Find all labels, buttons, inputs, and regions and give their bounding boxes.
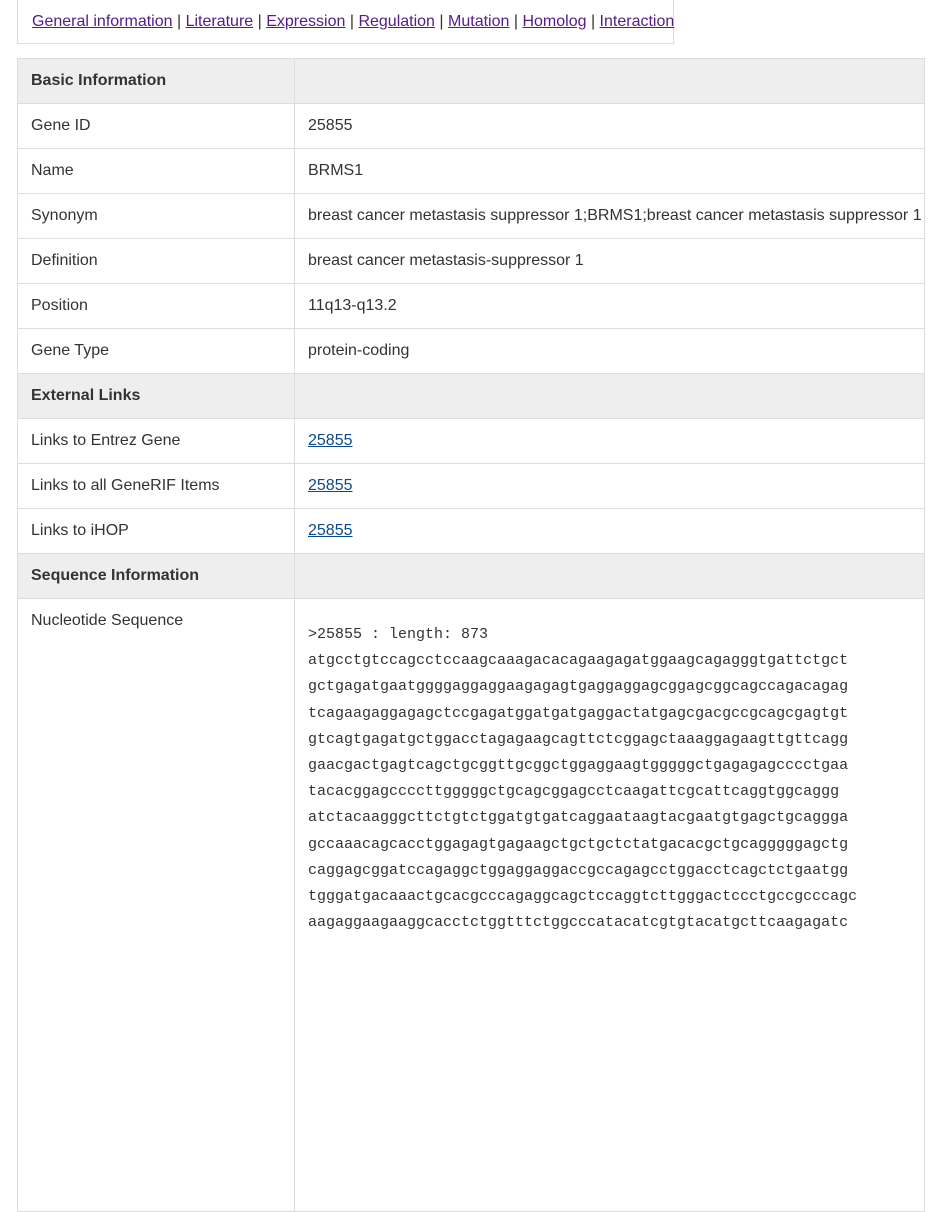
- row-label: Gene Type: [17, 328, 295, 374]
- table-row-nucleotide-sequence: Nucleotide Sequence >25855 : length: 873…: [17, 598, 925, 1212]
- gene-info-table: Basic Information Gene ID 25855 Name BRM…: [17, 58, 925, 1212]
- row-label: Links to iHOP: [17, 508, 295, 554]
- row-label: Nucleotide Sequence: [17, 598, 295, 1212]
- nav-separator: |: [439, 13, 444, 30]
- nav-link-expression[interactable]: Expression: [266, 13, 345, 30]
- nav-separator: |: [176, 13, 182, 30]
- table-row-name: Name BRMS1: [17, 148, 925, 194]
- sequence-line: atgcctgtccagcctccaagcaaagacacagaagagatgg…: [308, 652, 849, 670]
- nav-link-regulation[interactable]: Regulation: [358, 13, 435, 30]
- nav-separator: |: [590, 13, 596, 30]
- table-row-synonym: Synonym breast cancer metastasis suppres…: [17, 193, 925, 239]
- section-nav: General information | Literature | Expre…: [17, 0, 674, 44]
- row-label: Gene ID: [17, 103, 295, 149]
- section-header-basic: Basic Information: [17, 58, 925, 104]
- nav-separator: |: [257, 13, 262, 30]
- table-row-entrez-gene: Links to Entrez Gene 25855: [17, 418, 925, 464]
- section-header-label: Basic Information: [17, 58, 295, 104]
- row-value: breast cancer metastasis-suppressor 1: [294, 238, 925, 284]
- sequence-cell: >25855 : length: 873 atgcctgtccagcctccaa…: [294, 598, 925, 1212]
- row-value: protein-coding: [294, 328, 925, 374]
- row-value: BRMS1: [294, 148, 925, 194]
- generif-link[interactable]: 25855: [308, 477, 353, 494]
- nav-link-general-information[interactable]: General information: [32, 13, 173, 30]
- sequence-line: atctacaagggcttctgtctggatgtgatcaggaataagt…: [308, 809, 849, 827]
- sequence-line: gaacgactgagtcagctgcggttgcggctggaggaagtgg…: [308, 756, 849, 774]
- nav-link-interaction[interactable]: Interaction: [600, 13, 675, 30]
- nav-link-literature[interactable]: Literature: [186, 13, 254, 30]
- row-value: 11q13-q13.2: [294, 283, 925, 329]
- sequence-line: tacacggagccccttgggggctgcagcggagcctcaagat…: [308, 783, 840, 801]
- table-row-ihop: Links to iHOP 25855: [17, 508, 925, 554]
- row-value-cell: 25855: [294, 463, 925, 509]
- section-header-empty: [294, 373, 925, 419]
- section-header-external-links: External Links: [17, 373, 925, 419]
- sequence-header-line: >25855 : length: 873: [308, 626, 489, 643]
- row-label: Links to Entrez Gene: [17, 418, 295, 464]
- section-header-label: External Links: [17, 373, 295, 419]
- row-value-cell: 25855: [294, 508, 925, 554]
- row-label: Name: [17, 148, 295, 194]
- section-header-sequence: Sequence Information: [17, 553, 925, 599]
- sequence-line: tcagaagaggagagctccgagatggatgatgaggactatg…: [308, 704, 849, 722]
- section-header-label: Sequence Information: [17, 553, 295, 599]
- table-row-gene-id: Gene ID 25855: [17, 103, 925, 149]
- nav-separator: |: [349, 13, 354, 30]
- row-value-cell: 25855: [294, 418, 925, 464]
- section-header-empty: [294, 58, 925, 104]
- row-label: Synonym: [17, 193, 295, 239]
- table-row-definition: Definition breast cancer metastasis-supp…: [17, 238, 925, 284]
- nav-link-homolog[interactable]: Homolog: [522, 13, 586, 30]
- entrez-gene-link[interactable]: 25855: [308, 432, 353, 449]
- nav-link-mutation[interactable]: Mutation: [448, 13, 509, 30]
- nav-separator: |: [513, 13, 518, 30]
- table-row-gene-type: Gene Type protein-coding: [17, 328, 925, 374]
- table-row-generif: Links to all GeneRIF Items 25855: [17, 463, 925, 509]
- sequence-line: tgggatgacaaactgcacgcccagaggcagctccaggtct…: [308, 887, 858, 905]
- sequence-line: aagaggaagaaggcacctctggtttctggcccatacatcg…: [308, 914, 849, 932]
- row-label: Position: [17, 283, 295, 329]
- sequence-line: gtcagtgagatgctggacctagagaagcagttctcggagc…: [308, 730, 849, 748]
- row-label: Links to all GeneRIF Items: [17, 463, 295, 509]
- table-row-position: Position 11q13-q13.2: [17, 283, 925, 329]
- row-value: 25855: [294, 103, 925, 149]
- sequence-line: gctgagatgaatggggaggaggaagagagtgaggaggagc…: [308, 678, 849, 696]
- row-value: breast cancer metastasis suppressor 1;BR…: [294, 193, 925, 239]
- row-label: Definition: [17, 238, 295, 284]
- sequence-line: gccaaacagcacctggagagtgagaagctgctgctctatg…: [308, 835, 849, 853]
- sequence-line: caggagcggatccagaggctggaggaggaccgccagagcc…: [308, 861, 849, 879]
- nucleotide-sequence: >25855 : length: 873 atgcctgtccagcctccaa…: [308, 599, 911, 939]
- section-header-empty: [294, 553, 925, 599]
- ihop-link[interactable]: 25855: [308, 522, 353, 539]
